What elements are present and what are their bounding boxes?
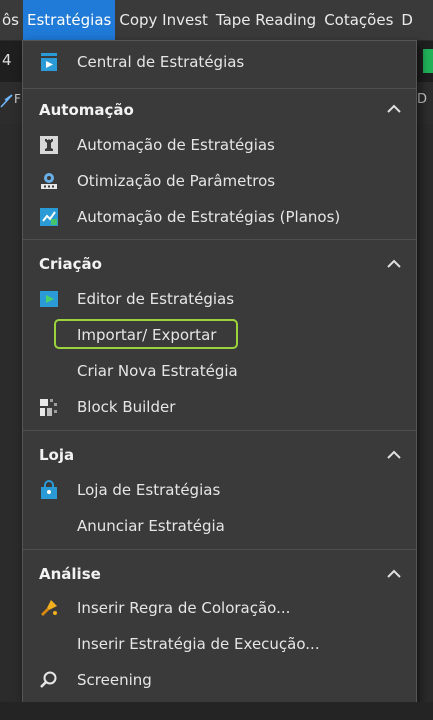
- separator: [23, 549, 416, 550]
- separator: [23, 88, 416, 89]
- section-title-loja: Loja: [39, 446, 75, 464]
- chevron-up-icon[interactable]: [386, 258, 402, 270]
- strategy-center-icon: [41, 53, 57, 71]
- background-letter-left: F: [14, 92, 21, 106]
- menu-label: Anunciar Estratégia: [77, 517, 225, 535]
- menu-editor-estrategias[interactable]: Editor de Estratégias: [23, 282, 416, 316]
- menu-anunciar-estrategia[interactable]: Anunciar Estratégia: [23, 509, 416, 543]
- menu-loja-estrategias[interactable]: Loja de Estratégias: [23, 473, 416, 507]
- block-builder-icon: [40, 399, 57, 416]
- menu-item-tape-reading[interactable]: Tape Reading: [212, 0, 320, 40]
- menu-item-copy-invest[interactable]: Copy Invest: [115, 0, 212, 40]
- section-title-automacao: Automação: [39, 101, 134, 119]
- robot-icon: [40, 136, 58, 154]
- menu-screening[interactable]: Screening: [23, 663, 416, 697]
- menu-label: Automação de Estratégias: [77, 136, 275, 154]
- menu-label: Inserir Estratégia de Execução...: [77, 635, 320, 653]
- background-number: 4: [2, 51, 12, 69]
- menu-automacao-estrategias[interactable]: Automação de Estratégias: [23, 128, 416, 162]
- menu-label: Criar Nova Estratégia: [77, 362, 238, 380]
- paint-icon: [41, 600, 57, 616]
- section-title-criacao: Criação: [39, 255, 102, 273]
- optimization-icon: [41, 173, 57, 189]
- estrategias-dropdown-menu: Central de Estratégias Automação Automaç…: [22, 40, 417, 704]
- menu-label: Block Builder: [77, 398, 176, 416]
- menu-label: Editor de Estratégias: [77, 290, 235, 308]
- menu-block-builder[interactable]: Block Builder: [23, 390, 416, 424]
- menubar: ôs Estratégias Copy Invest Tape Reading …: [0, 0, 433, 41]
- menu-automacao-planos[interactable]: Automação de Estratégias (Planos): [23, 200, 416, 234]
- separator: [23, 239, 416, 240]
- menu-criar-nova-estrategia[interactable]: Criar Nova Estratégia: [23, 354, 416, 388]
- section-title-analise: Análise: [39, 565, 101, 583]
- line-tool-icon: [0, 94, 13, 108]
- chevron-up-icon[interactable]: [386, 449, 402, 461]
- menu-label: Central de Estratégias: [77, 53, 245, 71]
- menu-inserir-estrategia-execucao[interactable]: Inserir Estratégia de Execução...: [23, 627, 416, 661]
- editor-icon: [40, 291, 58, 307]
- chevron-up-icon[interactable]: [386, 568, 402, 580]
- search-icon: [40, 671, 57, 688]
- menu-label: Loja de Estratégias: [77, 481, 221, 499]
- green-indicator: [423, 49, 433, 73]
- highlight-box: [54, 319, 238, 349]
- menu-item-partial-right[interactable]: D: [397, 0, 417, 40]
- background-bottom: [0, 702, 433, 720]
- automation-plans-icon: [40, 208, 58, 226]
- menu-label: Otimização de Parâmetros: [77, 172, 276, 190]
- menu-inserir-regra-coloracao[interactable]: Inserir Regra de Coloração...: [23, 591, 416, 625]
- menu-item-partial[interactable]: ôs: [0, 0, 23, 40]
- menu-central-estrategias[interactable]: Central de Estratégias: [23, 45, 416, 79]
- menu-label: Automação de Estratégias (Planos): [77, 208, 341, 226]
- shopping-bag-icon: [41, 480, 57, 499]
- menu-item-cotacoes[interactable]: Cotações: [320, 0, 397, 40]
- menu-label: Inserir Regra de Coloração...: [77, 599, 291, 617]
- menu-otimizacao-parametros[interactable]: Otimização de Parâmetros: [23, 164, 416, 198]
- separator: [23, 430, 416, 431]
- menu-label: Screening: [77, 671, 152, 689]
- background-letter-right: D: [416, 92, 427, 107]
- menu-item-estrategias[interactable]: Estratégias: [23, 0, 116, 40]
- chevron-up-icon[interactable]: [386, 103, 402, 115]
